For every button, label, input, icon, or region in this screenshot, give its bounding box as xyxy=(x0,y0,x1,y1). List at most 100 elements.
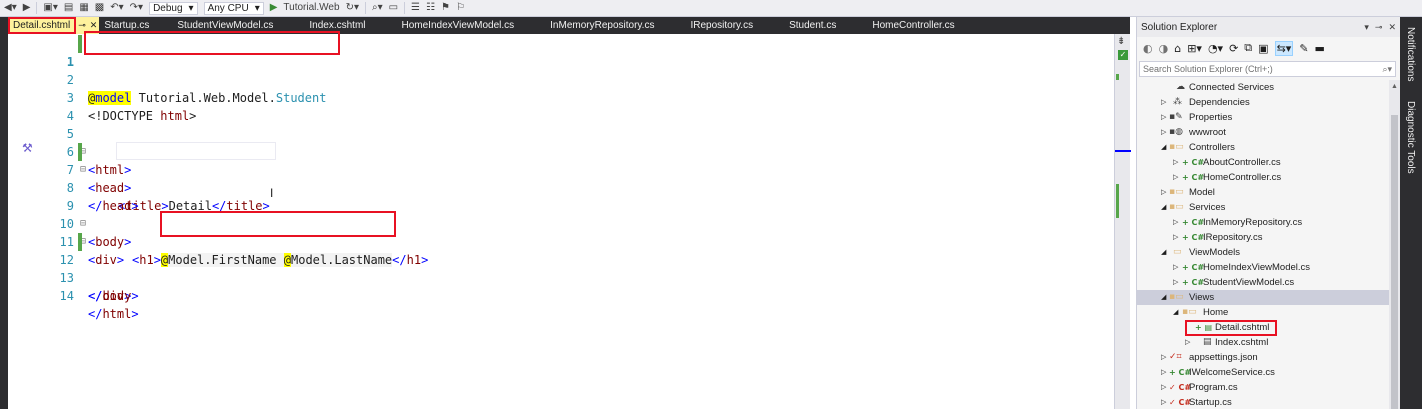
notifications-tab[interactable]: Notifications xyxy=(1405,27,1416,81)
tree-item-appsettings[interactable]: ▷ ✓⌗ appsettings.json xyxy=(1137,350,1389,365)
split-icon[interactable]: ⇟ xyxy=(1117,36,1125,47)
pending-changes-icon[interactable]: ◔▾ xyxy=(1208,42,1223,55)
start-icon[interactable]: ▶ xyxy=(270,1,278,15)
configuration-select[interactable]: Debug ▾ xyxy=(149,1,198,15)
bookmark-prev-icon[interactable]: ⚐ xyxy=(456,1,465,15)
tree-item-controllers[interactable]: ◢ ▪▭ Controllers xyxy=(1137,140,1389,155)
save-icon[interactable]: ▦ xyxy=(79,1,88,15)
collapse-all-icon[interactable]: ⧉ xyxy=(1244,41,1252,55)
expand-icon[interactable]: ▷ xyxy=(1173,170,1178,185)
cs-file-icon: + C# xyxy=(1169,368,1192,377)
back-icon[interactable]: ◀▾ xyxy=(4,1,17,15)
undo-icon[interactable]: ↶▾ xyxy=(110,1,123,15)
expand-icon[interactable]: ▷ xyxy=(1173,275,1178,290)
tree-item-home[interactable]: ◢ ▪▭ Home xyxy=(1137,305,1389,320)
sync-icon[interactable]: ⟳ xyxy=(1229,42,1238,55)
editor-vertical-scrollbar[interactable]: ⇟ ✓ xyxy=(1114,34,1131,409)
uncomment-icon[interactable]: ☷ xyxy=(426,1,435,15)
expand-icon[interactable]: ▷ xyxy=(1161,95,1166,110)
tree-item-program[interactable]: ▷ ✓ C# Program.cs xyxy=(1137,380,1389,395)
bookmark-icon[interactable]: ⚑ xyxy=(441,1,450,15)
scroll-change-marker xyxy=(1116,74,1119,80)
platform-select[interactable]: Any CPU ▾ xyxy=(203,1,264,15)
comment-icon[interactable]: ☰ xyxy=(411,1,420,15)
tab-detail-cshtml[interactable]: Detail.cshtml xyxy=(8,17,77,34)
tag-name: html xyxy=(102,307,132,321)
tree-item-properties[interactable]: ▷ ▪✎ Properties xyxy=(1137,110,1389,125)
tab-inmemoryrepository-cs[interactable]: InMemoryRepository.cs xyxy=(532,17,672,34)
forward-icon[interactable]: ◑ xyxy=(1159,42,1169,55)
scroll-thumb[interactable] xyxy=(1391,115,1398,409)
save-all-icon[interactable]: ▩ xyxy=(95,1,104,15)
code-editor[interactable]: ⚒ 1 @model Tutorial.Web.Model.Student 2 … xyxy=(8,31,1114,409)
tree-item-model[interactable]: ▷ ▪▭ Model xyxy=(1137,185,1389,200)
find-icon[interactable]: ⌕▾ xyxy=(372,1,383,15)
expand-icon[interactable]: ▷ xyxy=(1185,335,1190,350)
tree-item-studentviewmodel[interactable]: ▷ + C# StudentViewModel.cs xyxy=(1137,275,1389,290)
solution-search-input[interactable]: Search Solution Explorer (Ctrl+;) ⌕▾ xyxy=(1139,61,1396,77)
collapse-icon[interactable]: ◢ xyxy=(1161,140,1166,155)
collapse-icon[interactable]: ◢ xyxy=(1161,200,1166,215)
new-item-icon[interactable]: ▣▾ xyxy=(43,1,57,15)
tree-item-homeindexviewmodel[interactable]: ▷ + C# HomeIndexViewModel.cs xyxy=(1137,260,1389,275)
expand-icon[interactable]: ▷ xyxy=(1161,395,1166,410)
expand-icon[interactable]: ▷ xyxy=(1161,110,1166,125)
back-icon[interactable]: ◐ xyxy=(1143,42,1153,55)
close-icon[interactable]: ✕ xyxy=(90,20,98,31)
expand-icon[interactable]: ▷ xyxy=(1161,365,1166,380)
tree-item-wwwroot[interactable]: ▷ ▪◍ wwwroot xyxy=(1137,125,1389,140)
code-line-6: 6 ⊟ <head> xyxy=(8,125,1108,195)
show-all-files-icon[interactable]: ▣ xyxy=(1258,42,1268,55)
tree-item-label: appsettings.json xyxy=(1189,352,1258,363)
collapse-icon[interactable]: ◢ xyxy=(1161,245,1166,260)
tree-item-dependencies[interactable]: ▷ ⁂ Dependencies xyxy=(1137,95,1389,110)
tab-irepository-cs[interactable]: IRepository.cs xyxy=(672,17,771,34)
tab-student-cs[interactable]: Student.cs xyxy=(771,17,854,34)
cloud-icon: ☁ xyxy=(1176,82,1185,92)
solution-explorer-scrollbar[interactable]: ▲ xyxy=(1389,80,1400,409)
tree-item-inmemoryrepository[interactable]: ▷ + C# InMemoryRepository.cs xyxy=(1137,215,1389,230)
tree-item-connected-services[interactable]: ☁ Connected Services xyxy=(1137,80,1389,95)
expand-icon[interactable]: ▷ xyxy=(1161,185,1166,200)
expand-icon[interactable]: ▷ xyxy=(1173,155,1178,170)
start-project-label[interactable]: Tutorial.Web xyxy=(283,1,339,15)
diagnostic-tools-tab[interactable]: Diagnostic Tools xyxy=(1405,101,1416,174)
expand-icon[interactable]: ▷ xyxy=(1173,215,1178,230)
open-icon[interactable]: ▤ xyxy=(64,1,73,15)
preview-icon[interactable]: ▬ xyxy=(1315,42,1325,55)
window-position-icon[interactable]: ▾ xyxy=(1364,22,1369,33)
tree-item-detail-cshtml[interactable]: + ▤ Detail.cshtml xyxy=(1137,320,1389,336)
tab-homecontroller-cs[interactable]: HomeController.cs xyxy=(854,17,972,34)
expand-icon[interactable]: ▷ xyxy=(1161,380,1166,395)
tree-item-services[interactable]: ◢ ▪▭ Services xyxy=(1137,200,1389,215)
scroll-up-icon[interactable]: ▲ xyxy=(1391,83,1398,90)
tree-item-homecontroller[interactable]: ▷ + C# HomeController.cs xyxy=(1137,170,1389,185)
pin-icon[interactable]: ⊸ xyxy=(78,20,86,31)
collapse-icon[interactable]: ◢ xyxy=(1161,290,1166,305)
tree-item-irepository[interactable]: ▷ + C# IRepository.cs xyxy=(1137,230,1389,245)
expand-icon[interactable]: ▷ xyxy=(1173,260,1178,275)
refresh-icon[interactable]: ↻▾ xyxy=(346,1,359,15)
expand-icon[interactable]: ▷ xyxy=(1161,350,1166,365)
properties-icon[interactable]: ✎ xyxy=(1299,42,1308,55)
collapse-icon[interactable]: ◢ xyxy=(1173,305,1178,320)
layout-icon[interactable]: ▭ xyxy=(389,1,398,15)
tree-item-startup[interactable]: ▷ ✓ C# Startup.cs xyxy=(1137,395,1389,410)
pin-icon[interactable]: ⊸ xyxy=(1375,22,1383,33)
tree-item-iwelcomeservice[interactable]: ▷ + C# IWelcomeService.cs xyxy=(1137,365,1389,380)
tree-item-viewmodels[interactable]: ◢ ▭ ViewModels xyxy=(1137,245,1389,260)
track-active-icon[interactable]: ⇆▾ xyxy=(1274,40,1294,56)
expand-icon[interactable]: ▷ xyxy=(1173,230,1178,245)
close-icon[interactable]: ✕ xyxy=(1388,22,1396,33)
switch-views-icon[interactable]: ⊞▾ xyxy=(1187,42,1202,55)
highlight-box-model-directive xyxy=(84,31,340,55)
tag-close: > xyxy=(131,307,139,321)
tree-item-aboutcontroller[interactable]: ▷ + C# AboutController.cs xyxy=(1137,155,1389,170)
expand-icon[interactable]: ▷ xyxy=(1161,125,1166,140)
tree-item-index-cshtml[interactable]: ▷ ▤ Index.cshtml xyxy=(1137,335,1389,350)
forward-icon[interactable]: ▶ xyxy=(23,1,31,15)
tree-item-views[interactable]: ◢ ▪▭ Views xyxy=(1137,290,1389,305)
tab-homeindexviewmodel-cs[interactable]: HomeIndexViewModel.cs xyxy=(384,17,533,34)
home-icon[interactable]: ⌂ xyxy=(1174,42,1181,55)
redo-icon[interactable]: ↷▾ xyxy=(130,1,143,15)
